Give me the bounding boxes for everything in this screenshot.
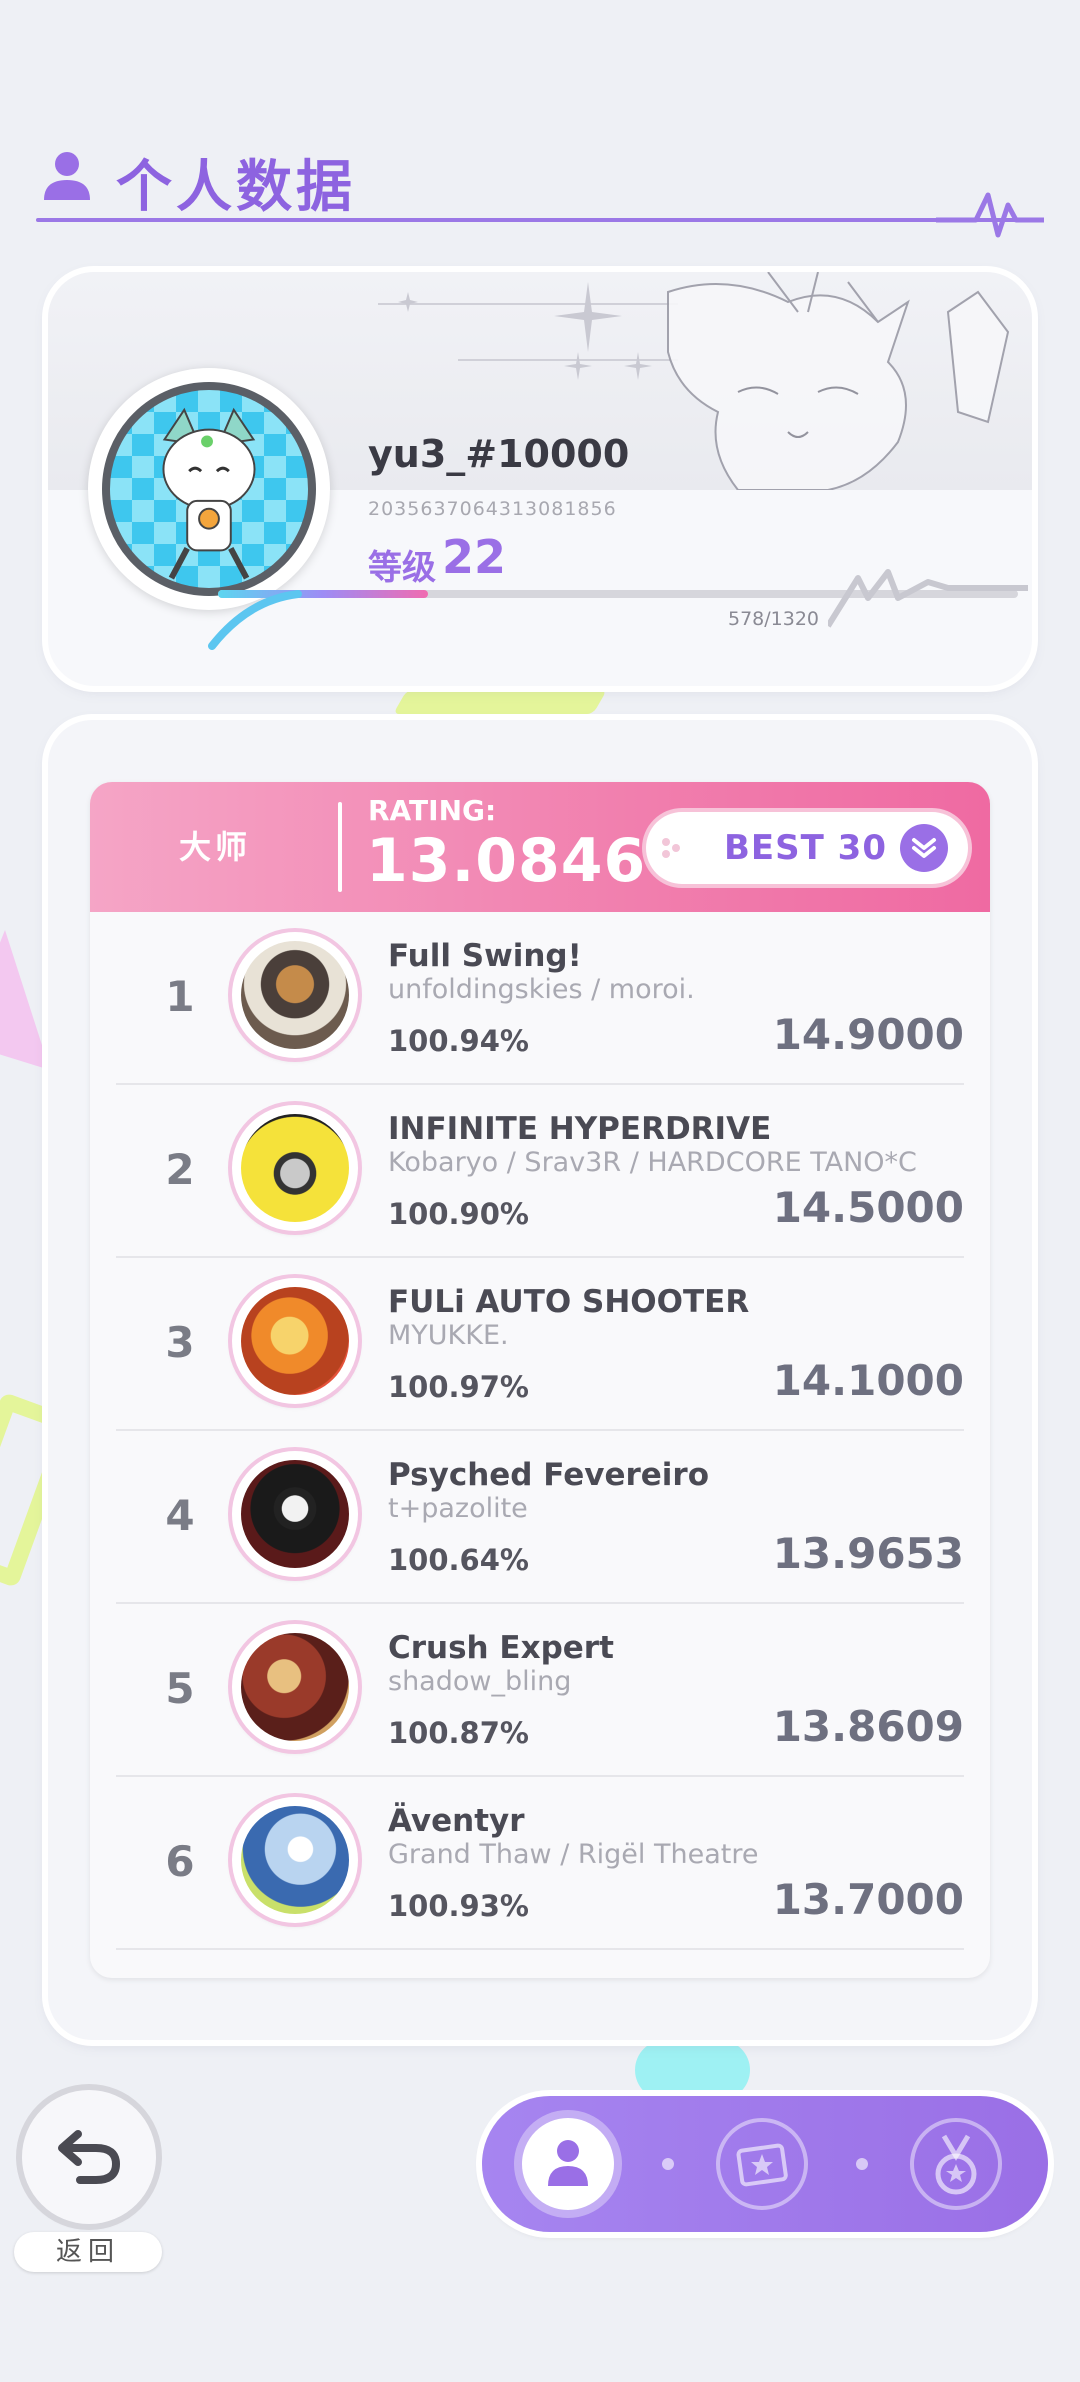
tab-separator-dot (662, 2158, 674, 2170)
song-row[interactable]: 1 Full Swing! unfoldingskies / moroi. 10… (116, 912, 964, 1085)
xp-bar-decoration (828, 569, 1028, 628)
user-id: 2035637064313081856 (368, 498, 617, 520)
song-accuracy: 100.97% (388, 1370, 529, 1404)
song-jacket-frame (232, 932, 358, 1058)
song-rating: 13.8609 (772, 1702, 964, 1751)
profile-card[interactable]: yu3_#10000 2035637064313081856 等级 22 578… (48, 272, 1032, 686)
song-jacket-frame (232, 1624, 358, 1750)
tab-collection[interactable] (716, 2118, 808, 2210)
tab-profile[interactable] (522, 2118, 614, 2210)
song-accuracy: 100.64% (388, 1543, 529, 1577)
song-artist: t+pazolite (388, 1493, 528, 1524)
song-jacket-image (241, 1633, 349, 1741)
song-rank: 5 (165, 1664, 195, 1713)
song-title: Crush Expert (388, 1630, 614, 1666)
rating-header: 大师 RATING: 13.0846 BEST 30 (90, 782, 990, 912)
song-jacket-frame (232, 1278, 358, 1404)
medal-icon (935, 2134, 977, 2195)
rating-value: 13.0846 (366, 826, 647, 896)
song-accuracy: 100.94% (388, 1024, 529, 1058)
song-accuracy: 100.93% (388, 1889, 529, 1923)
xp-bar-curve-decoration (208, 590, 302, 650)
song-jacket-image (241, 1806, 349, 1914)
song-title: FULi AUTO SHOOTER (388, 1284, 750, 1320)
username: yu3_#10000 (368, 432, 630, 476)
song-rating: 14.1000 (772, 1356, 964, 1405)
background-star-decoration (0, 930, 50, 1070)
song-jacket-frame (232, 1451, 358, 1577)
level-value: 22 (442, 530, 507, 584)
avatar (102, 382, 316, 596)
song-artist: MYUKKE. (388, 1320, 509, 1351)
song-jacket-image (241, 1460, 349, 1568)
best-song-list: 1 Full Swing! unfoldingskies / moroi. 10… (90, 912, 990, 1950)
tab-separator-dot (856, 2158, 868, 2170)
song-title: Psyched Fevereiro (388, 1457, 709, 1493)
song-rating: 14.5000 (772, 1183, 964, 1232)
song-title: Äventyr (388, 1803, 525, 1839)
header-divider (338, 802, 342, 892)
song-rank: 3 (165, 1318, 195, 1367)
song-jacket-image (241, 1114, 349, 1222)
best-list-card: 大师 RATING: 13.0846 BEST 30 1 Full Swing!… (90, 782, 990, 1978)
back-button[interactable] (22, 2090, 156, 2224)
avatar-frame[interactable] (88, 368, 330, 610)
song-rating: 13.7000 (772, 1875, 964, 1924)
song-row[interactable]: 6 Äventyr Grand Thaw / Rigël Theatre 100… (116, 1777, 964, 1950)
chevron-down-icon (900, 824, 948, 872)
dots-icon (662, 838, 680, 858)
tab-achievements[interactable] (910, 2118, 1002, 2210)
song-accuracy: 100.87% (388, 1716, 529, 1750)
bottom-tab-bar (482, 2096, 1048, 2232)
song-jacket-image (241, 1287, 349, 1395)
rating-panel: 大师 RATING: 13.0846 BEST 30 1 Full Swing!… (48, 720, 1032, 2040)
header-underline (36, 218, 1044, 222)
song-jacket-image (241, 941, 349, 1049)
best-30-dropdown-button[interactable]: BEST 30 (646, 812, 968, 884)
song-rating: 13.9653 (772, 1529, 964, 1578)
song-row[interactable]: 4 Psyched Fevereiro t+pazolite 100.64% 1… (116, 1431, 964, 1604)
song-title: Full Swing! (388, 938, 582, 974)
person-icon (44, 152, 90, 200)
page-title: 个人数据 (116, 155, 356, 220)
song-row[interactable]: 2 INFINITE HYPERDRIVE Kobaryo / Srav3R /… (116, 1085, 964, 1258)
song-rating: 14.9000 (772, 1010, 964, 1059)
background-decoration (635, 2040, 750, 2100)
difficulty-label[interactable]: 大师 (90, 782, 340, 912)
xp-text: 578/1320 (728, 608, 820, 630)
song-rank: 1 (165, 972, 195, 1021)
best-30-label: BEST 30 (724, 828, 887, 868)
back-arrow-icon (58, 2130, 121, 2184)
character-sketch-art (667, 272, 1010, 490)
song-row[interactable]: 3 FULi AUTO SHOOTER MYUKKE. 100.97% 14.1… (116, 1258, 964, 1431)
person-icon (548, 2140, 588, 2186)
song-artist: unfoldingskies / moroi. (388, 974, 695, 1005)
song-jacket-frame (232, 1105, 358, 1231)
song-artist: Grand Thaw / Rigël Theatre (388, 1839, 759, 1870)
song-artist: Kobaryo / Srav3R / HARDCORE TANO*C (388, 1147, 917, 1178)
page-header: 个人数据 (36, 140, 1044, 240)
rating-label: RATING: (368, 794, 497, 827)
background-decoration (393, 690, 607, 714)
song-rank: 4 (165, 1491, 195, 1540)
sparkle-decoration (378, 282, 678, 380)
song-accuracy: 100.90% (388, 1197, 529, 1231)
song-rank: 6 (165, 1837, 195, 1886)
song-jacket-frame (232, 1797, 358, 1923)
song-rank: 2 (165, 1145, 195, 1194)
star-card-icon (736, 2143, 788, 2187)
pulse-icon (936, 192, 1044, 238)
back-label[interactable]: 返回 (14, 2232, 162, 2272)
level-label: 等级 (368, 548, 436, 588)
song-title: INFINITE HYPERDRIVE (388, 1111, 772, 1147)
song-artist: shadow_bling (388, 1666, 572, 1697)
song-row[interactable]: 5 Crush Expert shadow_bling 100.87% 13.8… (116, 1604, 964, 1777)
